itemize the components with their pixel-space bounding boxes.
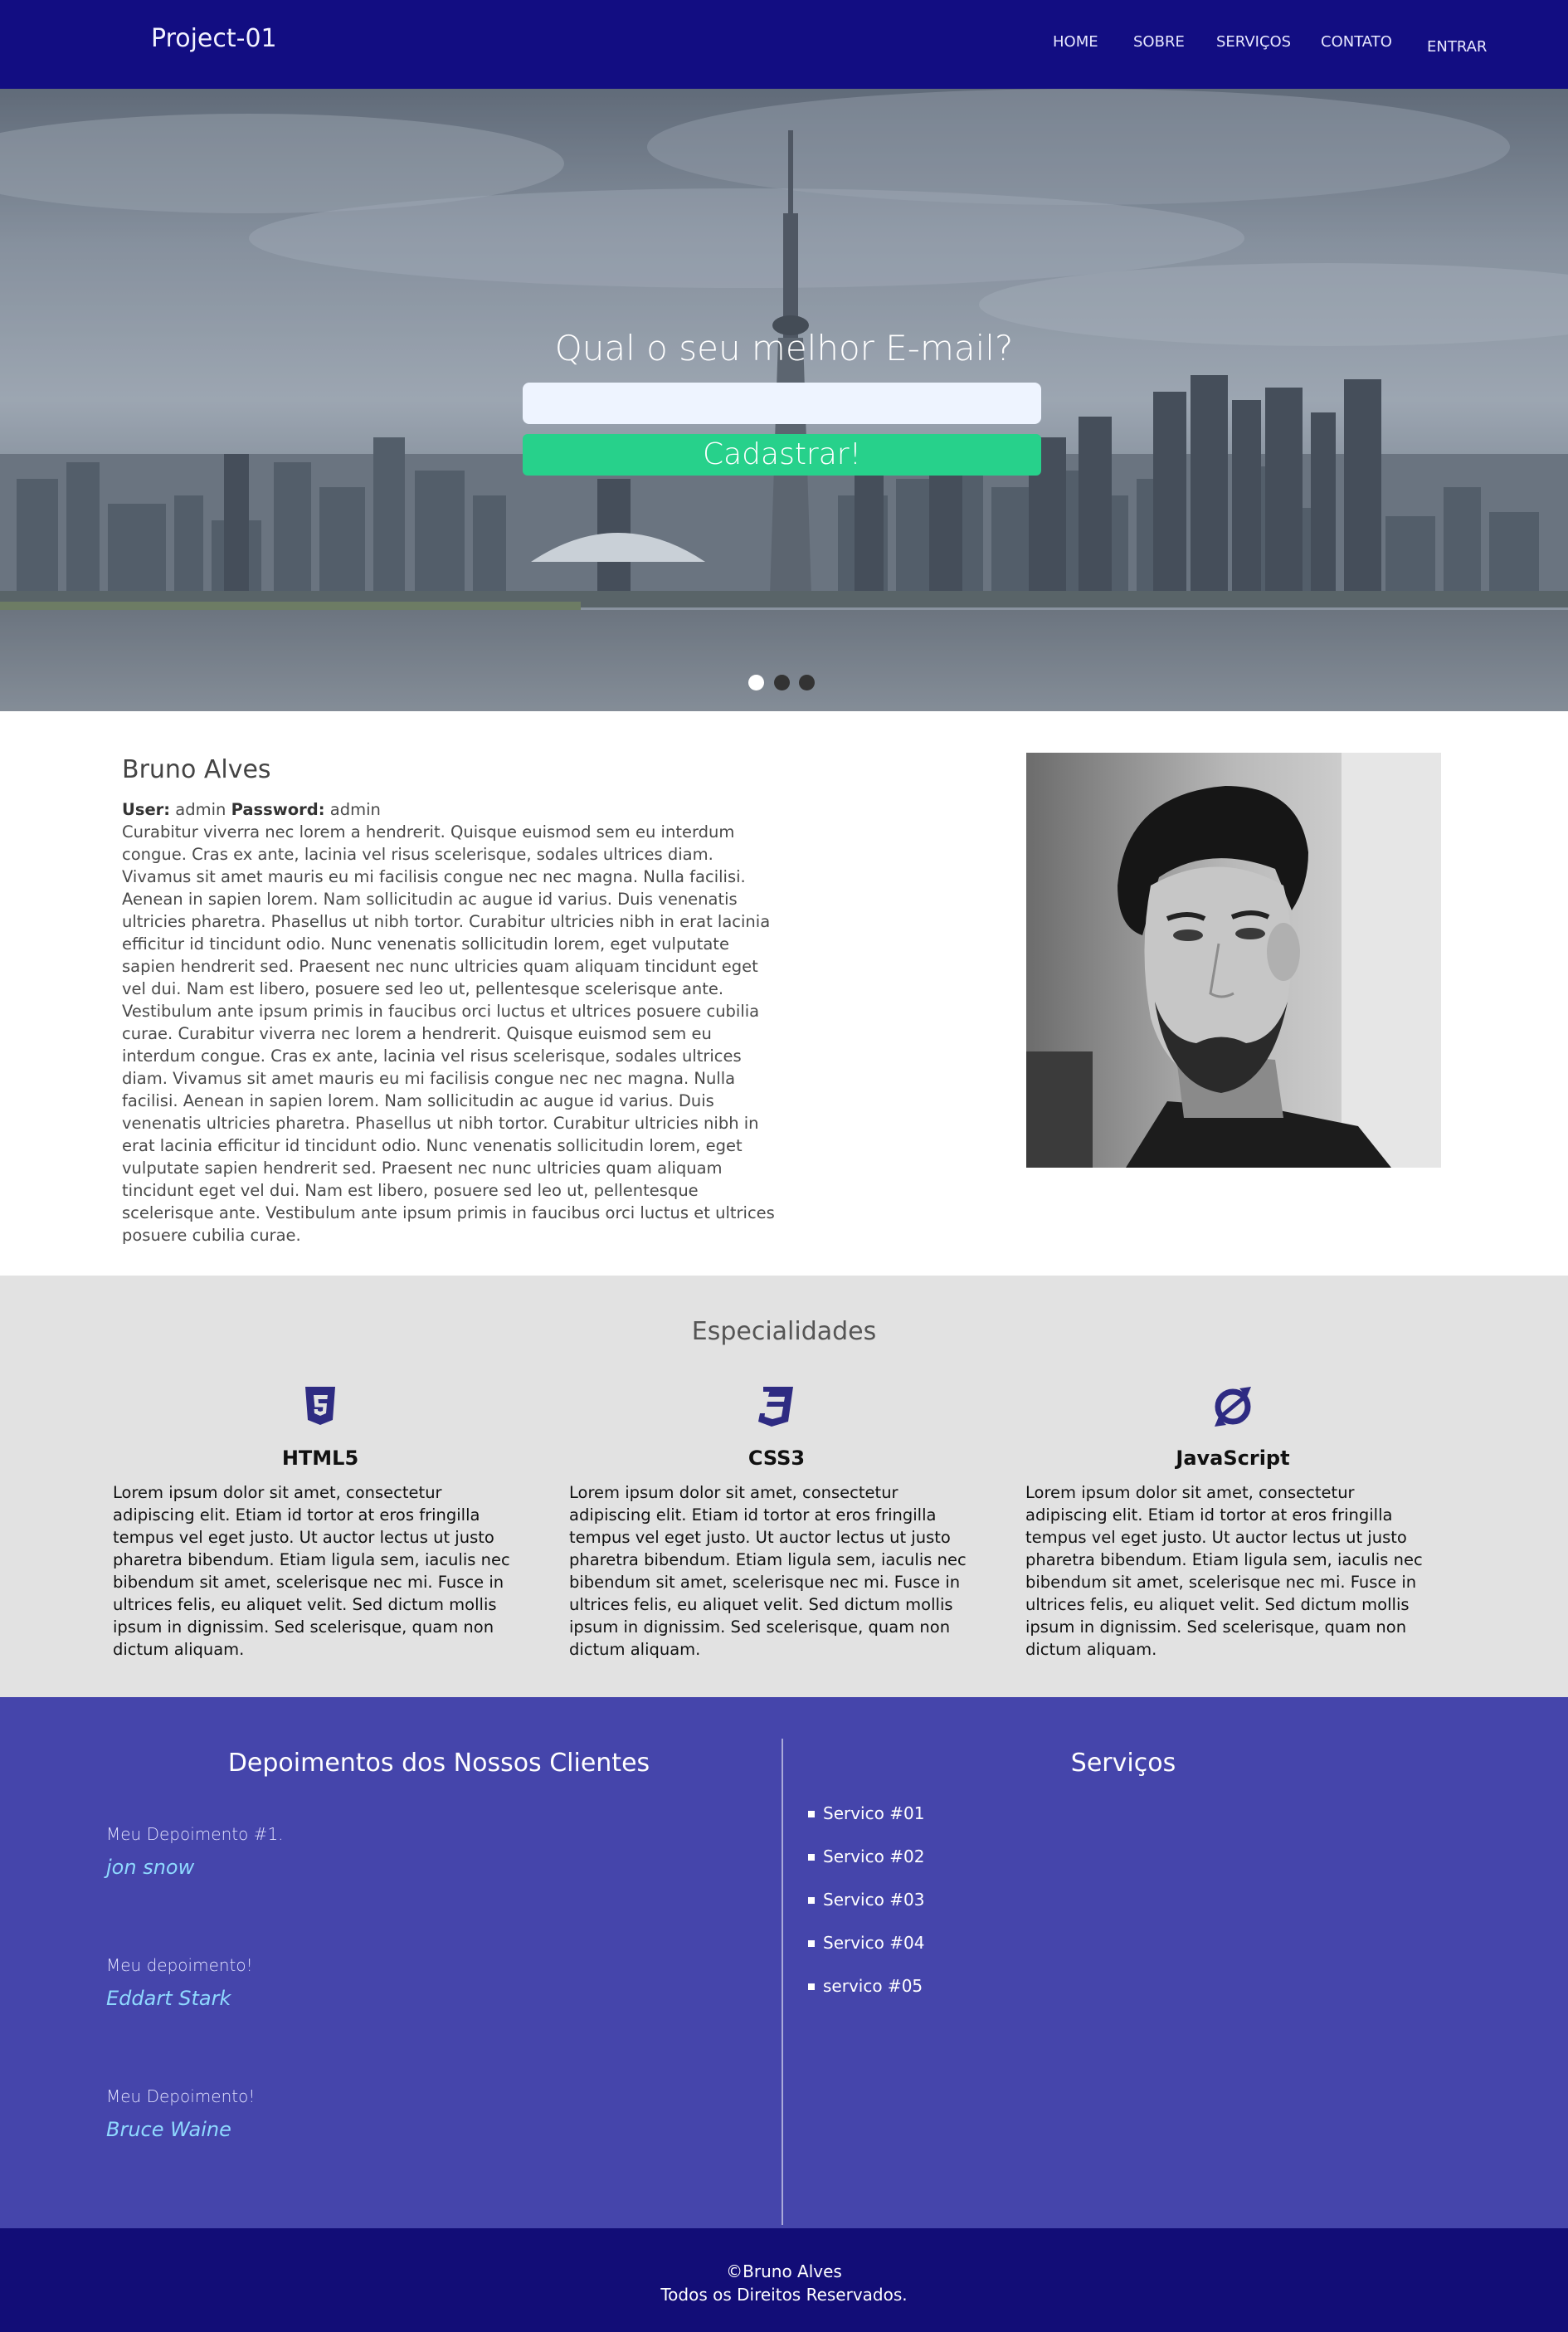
service-item[interactable]: Servico #03 [808,1890,924,1933]
bullet-icon [808,1897,815,1904]
site-logo[interactable]: Project-01 [151,24,277,53]
email-input[interactable] [523,383,1041,424]
bullet-icon [808,1854,815,1861]
hero-banner: Qual o seu melhor E-mail? Cadastrar! [0,89,1568,711]
services-title: Serviços [1070,1749,1176,1778]
section-divider [782,1739,783,2225]
nav-entrar[interactable]: ENTRAR [1427,38,1487,56]
service-label: servico #05 [823,1976,923,1996]
specialties-title: Especialidades [691,1317,877,1346]
service-item[interactable]: Servico #02 [808,1847,924,1890]
about-name: Bruno Alves [122,755,271,784]
carousel-dot-1[interactable] [748,675,764,690]
css3-icon [758,1387,793,1427]
testimonial-item: Meu Depoimento! Bruce Waine [106,2086,255,2141]
user-value: admin [175,800,226,819]
password-value: admin [329,800,381,819]
specialty-description: Lorem ipsum dolor sit amet, consectetur … [113,1483,510,1659]
bullet-icon [808,1811,815,1817]
service-label: Servico #03 [823,1890,925,1910]
service-item[interactable]: servico #05 [808,1976,924,2019]
nav-contato[interactable]: CONTATO [1321,33,1392,51]
nav-sobre[interactable]: SOBRE [1133,33,1185,51]
bullet-icon [808,1983,815,1990]
specialties-section: Especialidades HTML5 Lorem ipsum dolor s… [0,1276,1568,1697]
footer-copyright: ©Bruno Alves [726,2261,842,2281]
testimonial-text: Meu Depoimento! [106,2086,256,2106]
site-header: Project-01 HOME SOBRE SERVIÇOS CONTATO E… [0,0,1568,89]
testimonial-item: Meu depoimento! Eddart Stark [106,1955,253,2010]
hero-title: Qual o seu melhor E-mail? [554,328,1014,368]
specialty-name: HTML5 [281,1447,359,1470]
testimonial-author: Bruce Waine [106,2118,231,2141]
testimonial-author: jon snow [106,1856,195,1879]
about-paragraph: Curabitur viverra nec lorem a hendrerit.… [122,822,775,1245]
nav-home[interactable]: HOME [1053,33,1568,58]
specialty-description: Lorem ipsum dolor sit amet, consectetur … [1025,1483,1423,1659]
testimonial-text: Meu depoimento! [106,1955,253,1975]
specialty-name: CSS3 [747,1447,806,1470]
html5-icon [305,1387,335,1425]
nav-servicos[interactable]: SERVIÇOS [1216,33,1291,51]
profile-photo [1026,753,1441,1168]
testimonial-author: Eddart Stark [106,1987,231,2010]
service-item[interactable]: Servico #01 [808,1803,924,1847]
service-label: Servico #02 [823,1847,925,1866]
carousel-dot-3[interactable] [799,675,815,690]
subscribe-button[interactable]: Cadastrar! [523,434,1041,476]
specialty-description: Lorem ipsum dolor sit amet, consectetur … [569,1483,967,1659]
service-label: Servico #01 [823,1803,925,1823]
user-label: User: [122,800,171,819]
site-footer: ©Bruno Alves Todos os Direitos Reservado… [0,2228,1568,2332]
testimonials-title: Depoimentos dos Nossos Clientes [227,1749,650,1778]
bullet-icon [808,1940,815,1947]
services-list: Servico #01 Servico #02 Servico #03 Serv… [808,1803,924,2019]
testimonials-services-section: Depoimentos dos Nossos Clientes Meu Depo… [0,1697,1568,2228]
profile-portrait-image [1026,753,1441,1168]
footer-rights: Todos os Direitos Reservados. [660,2285,908,2305]
specialty-name: JavaScript [1176,1447,1290,1470]
service-label: Servico #04 [823,1933,925,1953]
testimonial-text: Meu Depoimento #1. [106,1824,284,1844]
about-text: User: admin Password: admin Curabitur vi… [122,798,777,1246]
password-label: Password: [231,800,325,819]
testimonial-item: Meu Depoimento #1. jon snow [106,1824,284,1879]
service-item[interactable]: Servico #04 [808,1933,924,1976]
javascript-icon [1215,1387,1251,1427]
carousel-dot-2[interactable] [774,675,790,690]
